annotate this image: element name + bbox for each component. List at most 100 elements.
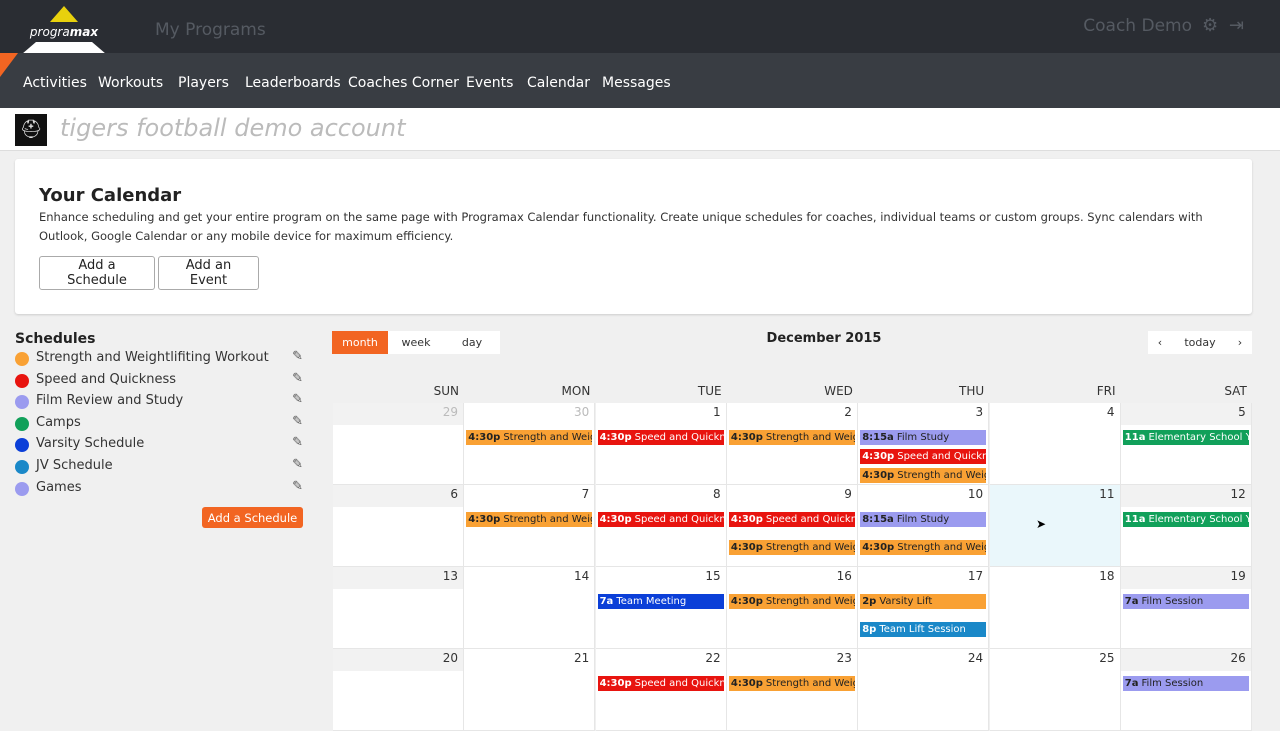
- programax-logo[interactable]: programax: [22, 4, 106, 54]
- schedule-label: Speed and Quickness: [36, 371, 177, 387]
- prev-button[interactable]: ‹: [1148, 331, 1172, 354]
- day-cell[interactable]: 8 4:30pSpeed and Quickness: [595, 485, 727, 567]
- view-month[interactable]: month: [332, 331, 388, 354]
- calendar-event[interactable]: 4:30pSpeed and Quickness: [597, 430, 724, 445]
- schedule-item[interactable]: Strength and Weightlifiting Workout ✎: [15, 349, 303, 369]
- nav-players[interactable]: Players: [178, 75, 229, 91]
- day-cell[interactable]: 22 4:30pSpeed and Quickness: [595, 649, 727, 731]
- event-title: Strength and Weightlifiting Workout: [765, 542, 855, 553]
- day-cell[interactable]: 9 4:30pSpeed and Quickness 4:30pStrength a…: [726, 485, 858, 567]
- my-programs-link[interactable]: My Programs: [155, 20, 266, 40]
- edit-icon[interactable]: ✎: [292, 414, 303, 429]
- add-schedule-button[interactable]: Add a Schedule: [39, 256, 155, 290]
- day-number: 3: [975, 405, 984, 419]
- edit-icon[interactable]: ✎: [292, 349, 303, 364]
- day-cell[interactable]: 16 4:30pStrength and Weightlifiting Worko…: [726, 567, 858, 649]
- logout-icon[interactable]: ⇥: [1229, 15, 1244, 36]
- edit-icon[interactable]: ✎: [292, 435, 303, 450]
- day-cell[interactable]: 18: [989, 567, 1121, 649]
- calendar-event[interactable]: 8:15a Film Study: [860, 430, 987, 445]
- calendar-event[interactable]: 4:30pStrength and Weightlifiting Workout: [860, 468, 987, 483]
- calendar-event[interactable]: 4:30pStrength and Weightlifiting Workout: [466, 430, 593, 445]
- edit-icon[interactable]: ✎: [292, 457, 303, 472]
- day-cell[interactable]: 23 4:30pStrength and Weightlifiting Worko…: [726, 649, 858, 731]
- edit-icon[interactable]: ✎: [292, 392, 303, 407]
- calendar-event[interactable]: 4:30pStrength and Weightlifiting Workout: [728, 676, 855, 691]
- day-cell[interactable]: 10 8:15aFilm Study 4:30pStrength and Weigh…: [858, 485, 990, 567]
- calendar-event[interactable]: 8p Team Lift Session: [860, 622, 987, 637]
- day-cell[interactable]: 17 2p Varsity Lift 8p Team Lift Session: [858, 567, 990, 649]
- today-button[interactable]: today: [1172, 331, 1228, 354]
- edit-icon[interactable]: ✎: [292, 371, 303, 386]
- day-cell[interactable]: 13: [333, 567, 464, 649]
- nav-leaderboards[interactable]: Leaderboards: [245, 75, 341, 91]
- calendar-event[interactable]: 4:30pSpeed and Quickness: [597, 676, 724, 691]
- user-name[interactable]: Coach Demo: [1083, 16, 1192, 36]
- day-cell[interactable]: 14: [464, 567, 596, 649]
- event-title: Speed and Quickness: [897, 451, 987, 462]
- calendar-event[interactable]: 11aElementary School Youth Camp: [1122, 430, 1249, 445]
- schedule-item[interactable]: Games ✎: [15, 479, 303, 499]
- nav-coaches-corner[interactable]: Coaches Corner: [348, 75, 459, 91]
- event-time: 7a: [1124, 596, 1139, 607]
- nav-workouts[interactable]: Workouts: [98, 75, 163, 91]
- account-name: tigers football demo account: [60, 114, 406, 142]
- calendar-event[interactable]: 11aElementary School Youth Camp: [1122, 512, 1249, 527]
- calendar-event[interactable]: 2p Varsity Lift: [860, 594, 987, 609]
- day-cell[interactable]: 5 11aElementary School Youth Camp: [1120, 403, 1252, 485]
- calendar-event[interactable]: 4:30pStrength and Weightlifiting Workout: [728, 430, 855, 445]
- day-cell[interactable]: 21: [464, 649, 596, 731]
- day-cell[interactable]: 6: [333, 485, 464, 567]
- day-cell[interactable]: 24: [858, 649, 990, 731]
- account-bar: ⛑ tigers football demo account: [0, 108, 1280, 151]
- calendar-event[interactable]: 7a Film Session: [1122, 676, 1249, 691]
- calendar-event[interactable]: 4:30pStrength and Weightlifiting Workout: [860, 540, 987, 555]
- day-cell[interactable]: 2 4:30pStrength and Weightlifiting Workou…: [726, 403, 858, 485]
- calendar-event[interactable]: 4:30pSpeed and Quickness: [860, 449, 987, 464]
- day-cell[interactable]: 20: [333, 649, 464, 731]
- calendar-event[interactable]: 4:30pSpeed and Quickness: [728, 512, 855, 527]
- day-cell[interactable]: 30 4:30pStrength and Weightlifiting Worko…: [464, 403, 596, 485]
- calendar-event[interactable]: 4:30pStrength and Weightlifiting Workout: [728, 594, 855, 609]
- schedule-item[interactable]: Film Review and Study ✎: [15, 392, 303, 412]
- weekday-header: TUE: [697, 384, 722, 398]
- schedule-item[interactable]: Camps ✎: [15, 414, 303, 434]
- day-number: 26: [1230, 651, 1246, 665]
- view-day[interactable]: day: [444, 331, 500, 354]
- day-cell[interactable]: 15 7a Team Meeting: [595, 567, 727, 649]
- day-cell[interactable]: 29: [333, 403, 464, 485]
- gear-icon[interactable]: ⚙: [1202, 15, 1218, 36]
- day-number: 25: [1099, 651, 1115, 665]
- calendar-event[interactable]: 4:30pSpeed and Quickness: [597, 512, 724, 527]
- calendar-event[interactable]: 4:30pStrength and Weightlifiting Workout: [728, 540, 855, 555]
- day-cell[interactable]: 3 8:15aFilm Study 4:30pSpeed and Quickness…: [858, 403, 990, 485]
- day-cell[interactable]: 1 4:30pSpeed and Quickness: [595, 403, 727, 485]
- calendar-event[interactable]: 8:15a Film Study: [860, 512, 987, 527]
- add-schedule-small-button[interactable]: Add a Schedule: [202, 507, 303, 528]
- day-number: 19: [1230, 569, 1246, 583]
- day-cell[interactable]: 25: [989, 649, 1121, 731]
- day-cell[interactable]: 26 7a Film Session: [1120, 649, 1252, 731]
- nav-messages[interactable]: Messages: [602, 75, 671, 91]
- schedule-label: Film Review and Study: [36, 393, 184, 409]
- calendar-event[interactable]: 7a Film Session: [1122, 594, 1249, 609]
- nav-activities[interactable]: Activities: [23, 75, 87, 91]
- day-cell[interactable]: 4: [989, 403, 1121, 485]
- schedule-item[interactable]: Varsity Schedule ✎: [15, 435, 303, 455]
- calendar-event[interactable]: 4:30pStrength and Weightlifiting Workout: [466, 512, 593, 527]
- nav-events[interactable]: Events: [466, 75, 513, 91]
- add-event-button[interactable]: Add an Event: [158, 256, 259, 290]
- day-cell[interactable]: 12 11aElementary School Youth Camp: [1120, 485, 1252, 567]
- calendar-event[interactable]: 7a Team Meeting: [597, 594, 724, 609]
- view-week[interactable]: week: [388, 331, 444, 354]
- next-button[interactable]: ›: [1228, 331, 1252, 354]
- day-cell[interactable]: 19 7a Film Session: [1120, 567, 1252, 649]
- day-number: 21: [574, 651, 590, 665]
- edit-icon[interactable]: ✎: [292, 479, 303, 494]
- nav-calendar[interactable]: Calendar: [527, 75, 590, 91]
- day-number: 9: [844, 487, 852, 501]
- schedule-item[interactable]: JV Schedule ✎: [15, 457, 303, 477]
- day-cell[interactable]: 11: [989, 485, 1121, 567]
- schedule-item[interactable]: Speed and Quickness ✎: [15, 371, 303, 391]
- day-cell[interactable]: 7 4:30pStrength and Weightlifiting Workou…: [464, 485, 596, 567]
